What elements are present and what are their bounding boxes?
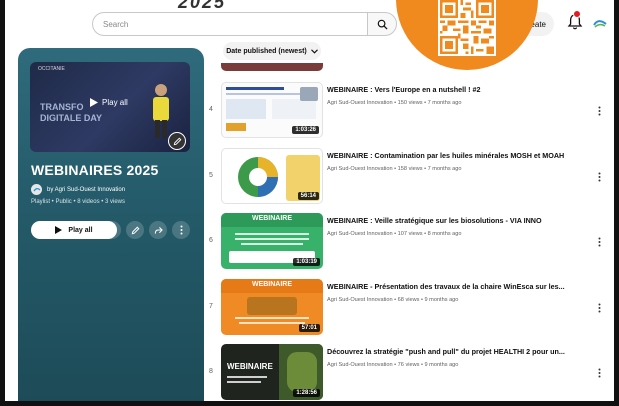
search-input[interactable]	[92, 12, 368, 36]
playlist-video-row[interactable]: 5 56:14 WEBINAIRE : Contamination par le…	[205, 148, 611, 208]
qr-code-overlay	[396, 0, 538, 70]
account-avatar-icon[interactable]	[592, 14, 608, 30]
video-more-button[interactable]	[595, 301, 603, 315]
play-all-label: Play all	[68, 226, 93, 234]
sort-dropdown[interactable]: Date published (newest)	[223, 42, 321, 60]
video-title[interactable]: WEBINAIRE : Veille stratégique sur les b…	[327, 216, 589, 225]
video-title[interactable]: WEBINAIRE - Présentation des travaux de …	[327, 282, 589, 291]
video-meta: Agri Sud-Ouest Innovation • 76 views • 9…	[327, 362, 459, 368]
video-meta: Agri Sud-Ouest Innovation • 150 views • …	[327, 100, 462, 106]
video-index: 4	[209, 106, 213, 113]
thumbnail-heading: WEBINAIRE	[227, 362, 273, 371]
video-index: 6	[209, 237, 213, 244]
more-vert-icon	[598, 237, 600, 247]
video-more-button[interactable]	[595, 104, 603, 118]
playlist-owner-name: by Agri Sud-Ouest Innovation	[47, 186, 126, 193]
playlist-video-row[interactable]: 7 WEBINAIRE 57:01 WEBINAIRE - Présentati…	[205, 279, 611, 339]
video-duration: 1:03:19	[293, 258, 320, 266]
qr-code-icon	[438, 0, 496, 56]
video-index: 8	[209, 368, 213, 375]
video-thumbnail[interactable]: 56:14	[221, 148, 323, 204]
playlist-video-row[interactable]: 4 1:03:26 WEBINAIRE : Vers l'Europe en a…	[205, 82, 611, 142]
more-vert-icon	[180, 225, 182, 235]
search-button[interactable]	[367, 12, 397, 36]
video-thumbnail[interactable]: WEBINAIRE 57:01	[221, 279, 323, 335]
channel-avatar	[31, 184, 42, 195]
playlist-video-row[interactable]: 8 WEBINAIRE 1:28:56 Découvrez la stratég…	[205, 344, 611, 404]
playlist-meta: Playlist • Public • 8 videos • 3 views	[31, 199, 126, 205]
share-button[interactable]	[149, 221, 167, 239]
video-meta: Agri Sud-Ouest Innovation • 158 views • …	[327, 166, 462, 172]
share-icon	[154, 226, 163, 234]
more-vert-icon	[598, 172, 600, 182]
more-vert-icon	[598, 368, 600, 378]
thumbnail-heading: WEBINAIRE	[251, 215, 293, 222]
more-vert-icon	[598, 106, 600, 116]
video-more-button[interactable]	[595, 366, 603, 380]
video-thumbnail[interactable]: 1:03:26	[221, 82, 323, 138]
more-vert-icon	[598, 303, 600, 313]
presenter-figure-icon	[153, 84, 169, 138]
video-duration: 56:14	[297, 192, 319, 200]
edit-playlist-button[interactable]	[126, 221, 144, 239]
playlist-owner[interactable]: by Agri Sud-Ouest Innovation	[31, 184, 125, 195]
play-icon	[90, 98, 98, 107]
video-title[interactable]: WEBINAIRE : Contamination par les huiles…	[327, 151, 589, 160]
playlist-hero-thumbnail[interactable]: OCCITANIE TRANSFO DIGITALE DAY Play all	[30, 62, 190, 152]
video-thumbnail[interactable]: WEBINAIRE 1:28:56	[221, 344, 323, 400]
playlist-video-row[interactable]: 6 WEBINAIRE 1:03:19 WEBINAIRE : Veille s…	[205, 213, 611, 273]
wheel-diagram-icon	[238, 157, 278, 197]
edit-thumbnail-button[interactable]	[168, 132, 186, 150]
video-meta: Agri Sud-Ouest Innovation • 107 views • …	[327, 231, 462, 237]
video-meta: Agri Sud-Ouest Innovation • 68 views • 9…	[327, 297, 459, 303]
pencil-icon	[131, 226, 139, 234]
channel-logo-icon	[32, 187, 40, 191]
video-title[interactable]: Découvrez la stratégie "push and pull" d…	[327, 347, 589, 356]
more-options-button[interactable]	[172, 221, 190, 239]
playlist-header-panel: OCCITANIE TRANSFO DIGITALE DAY Play all …	[18, 48, 204, 406]
chevron-down-icon	[310, 48, 318, 54]
video-title[interactable]: WEBINAIRE : Vers l'Europe en a nutshell …	[327, 85, 589, 94]
sort-label: Date published (newest)	[226, 47, 307, 55]
video-duration: 1:03:26	[292, 126, 319, 134]
add-to-playlist-button[interactable]	[103, 221, 121, 239]
video-thumbnail[interactable]: WEBINAIRE 1:03:19	[221, 213, 323, 269]
thumbnail-heading: WEBINAIRE	[251, 281, 293, 288]
search-icon	[377, 19, 388, 30]
video-more-button[interactable]	[595, 170, 603, 184]
play-icon	[55, 226, 63, 234]
video-index: 5	[209, 172, 213, 179]
hero-play-all-overlay[interactable]: Play all	[90, 98, 128, 107]
hero-play-all-label: Play all	[102, 98, 128, 107]
video-duration: 57:01	[298, 324, 320, 332]
notification-badge	[573, 10, 581, 18]
video-index: 7	[209, 303, 213, 310]
hero-banner-top: OCCITANIE	[38, 66, 65, 72]
pencil-icon	[173, 137, 181, 145]
plus-icon	[108, 226, 116, 234]
playlist-title: WEBINAIRES 2025	[31, 162, 159, 178]
previous-video-thumbnail-partial[interactable]	[221, 63, 323, 71]
video-duration: 1:28:56	[293, 389, 320, 397]
video-more-button[interactable]	[595, 235, 603, 249]
